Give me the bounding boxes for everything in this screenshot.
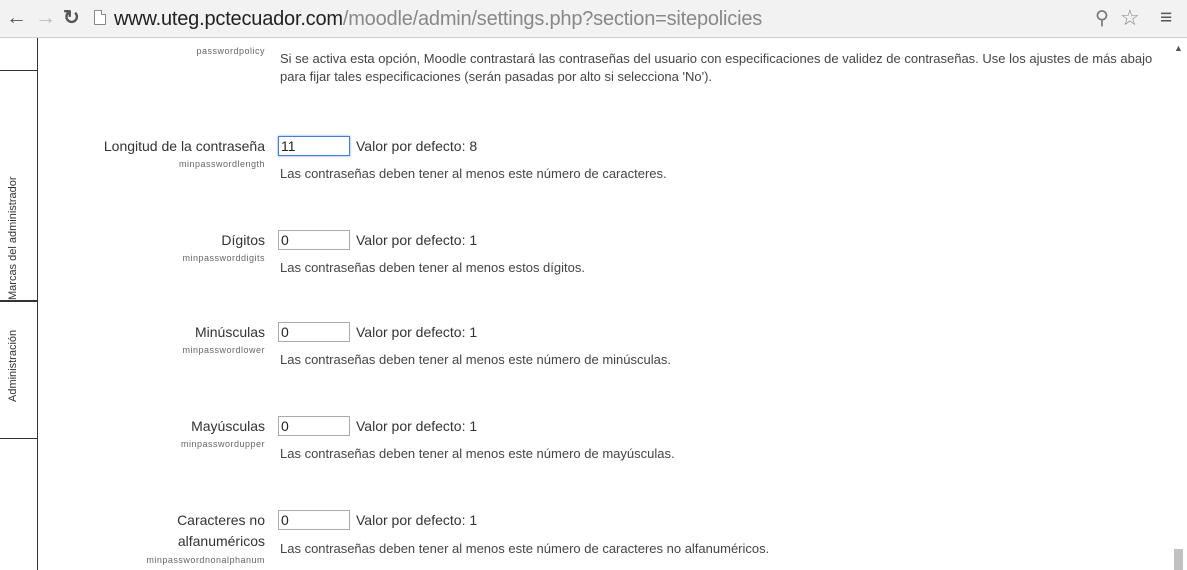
default-value-minpasswordnonalphanum: Valor por defecto: 1: [356, 512, 478, 528]
minpasswordlength-input[interactable]: [278, 136, 350, 156]
default-value-minpassworddigits: Valor por defecto: 1: [356, 232, 478, 248]
back-arrow-icon[interactable]: ←: [6, 6, 27, 30]
setting-label-minpassworddigits: Dígitos: [221, 232, 265, 248]
browser-toolbar: ← → ↻ www.uteg.pctecuador.com/moodle/adm…: [0, 0, 1187, 38]
setting-key-passwordpolicy: passwordpolicy: [196, 46, 265, 56]
divider: [0, 300, 38, 302]
scroll-thumb[interactable]: [1174, 549, 1183, 570]
setting-description-passwordpolicy: Si se activa esta opción, Moodle contras…: [280, 51, 1153, 84]
setting-label-minpasswordlower: Minúsculas: [194, 324, 265, 340]
minpasswordupper-input[interactable]: [278, 416, 350, 436]
default-value-minpasswordlength: Valor por defecto: 8: [356, 138, 478, 154]
setting-label-minpasswordnonalphanum-line1: Caracteres no: [177, 512, 265, 528]
setting-key-minpasswordnonalphanum: minpasswordnonalphanum: [146, 555, 265, 565]
minpasswordnonalphanum-input[interactable]: [278, 510, 350, 530]
minpassworddigits-input[interactable]: [278, 230, 350, 250]
zoom-icon[interactable]: ⚲: [1095, 7, 1109, 30]
side-block-dock: Marcas del administrador Administración: [0, 38, 38, 570]
minpasswordlower-input[interactable]: [278, 322, 350, 342]
setting-description-minpassworddigits: Las contraseñas deben tener al menos est…: [280, 260, 585, 275]
setting-description-minpasswordlength: Las contraseñas deben tener al menos est…: [280, 166, 667, 181]
bookmark-star-icon[interactable]: ☆: [1120, 5, 1140, 31]
divider: [0, 70, 38, 71]
tab-administration[interactable]: Administración: [7, 312, 19, 402]
reload-icon[interactable]: ↻: [63, 6, 80, 30]
setting-key-minpasswordlower: minpasswordlower: [182, 345, 265, 355]
url-path: /moodle/admin/settings.php?section=sitep…: [342, 8, 763, 30]
address-bar[interactable]: www.uteg.pctecuador.com/moodle/admin/set…: [114, 7, 762, 31]
default-value-minpasswordupper: Valor por defecto: 1: [356, 418, 478, 434]
setting-key-minpasswordupper: minpasswordupper: [180, 439, 265, 449]
setting-label-minpasswordlength: Longitud de la contraseña: [103, 138, 265, 154]
default-value-minpasswordlower: Valor por defecto: 1: [356, 324, 478, 340]
forward-arrow-icon[interactable]: →: [35, 6, 56, 30]
setting-description-minpasswordupper: Las contraseñas deben tener al menos est…: [280, 446, 675, 461]
setting-label-minpasswordnonalphanum-line2: alfanuméricos: [177, 533, 265, 549]
vertical-scrollbar[interactable]: ▲: [1170, 38, 1187, 570]
setting-label-minpasswordupper: Mayúsculas: [191, 418, 265, 434]
setting-description-minpasswordlower: Las contraseñas deben tener al menos est…: [280, 352, 671, 367]
page-icon: [94, 10, 106, 25]
url-host: www.uteg.pctecuador.com: [114, 8, 343, 30]
setting-description-minpasswordnonalphanum: Las contraseñas deben tener al menos est…: [280, 541, 770, 556]
tab-admin-bookmarks[interactable]: Marcas del administrador: [7, 90, 19, 301]
setting-key-minpassworddigits: minpassworddigits: [182, 253, 265, 263]
divider: [0, 438, 38, 439]
setting-key-minpasswordlength: minpasswordlength: [178, 159, 265, 169]
menu-icon[interactable]: ≡: [1160, 6, 1172, 30]
scroll-up-arrow-icon[interactable]: ▲: [1174, 43, 1183, 53]
